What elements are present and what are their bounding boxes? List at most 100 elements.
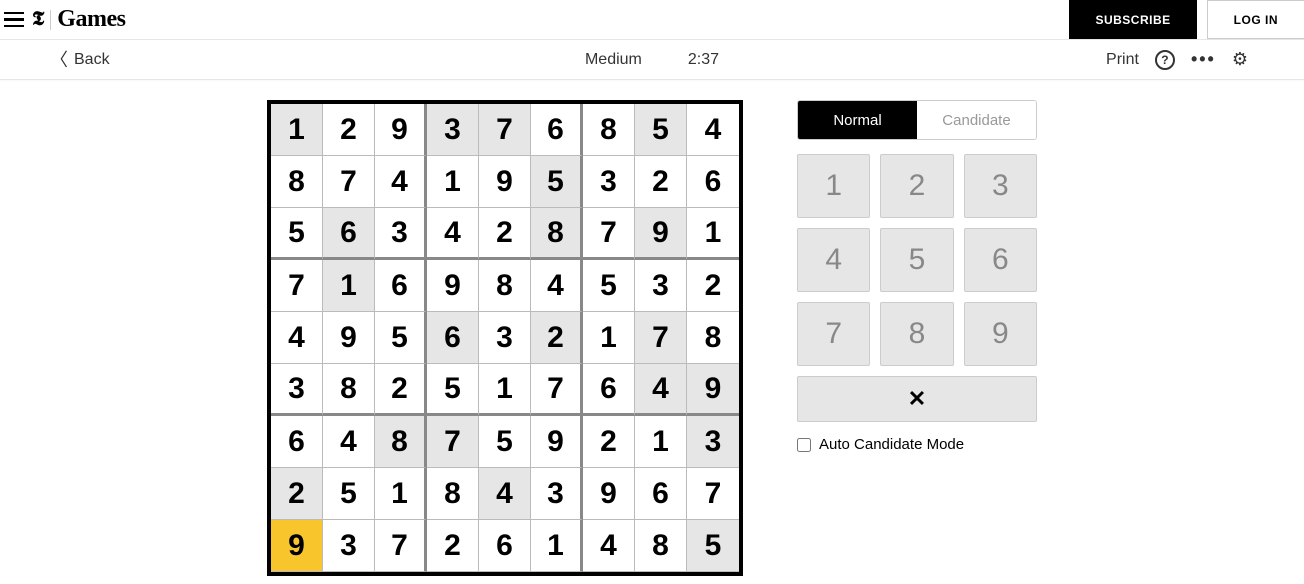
key-4[interactable]: 4 [797,228,870,292]
cell-r5-c6[interactable]: 6 [583,364,635,416]
cell-r2-c6[interactable]: 7 [583,208,635,260]
cell-r8-c7[interactable]: 8 [635,520,687,572]
cell-r0-c3[interactable]: 3 [427,104,479,156]
cell-r5-c8[interactable]: 9 [687,364,739,416]
cell-r2-c4[interactable]: 2 [479,208,531,260]
cell-r1-c0[interactable]: 8 [271,156,323,208]
key-9[interactable]: 9 [964,302,1037,366]
cell-r2-c8[interactable]: 1 [687,208,739,260]
cell-r1-c5[interactable]: 5 [531,156,583,208]
cell-r0-c1[interactable]: 2 [323,104,375,156]
cell-r8-c2[interactable]: 7 [375,520,427,572]
key-7[interactable]: 7 [797,302,870,366]
cell-r0-c4[interactable]: 7 [479,104,531,156]
cell-r7-c5[interactable]: 3 [531,468,583,520]
cell-r2-c0[interactable]: 5 [271,208,323,260]
cell-r3-c3[interactable]: 9 [427,260,479,312]
cell-r5-c0[interactable]: 3 [271,364,323,416]
cell-r4-c2[interactable]: 5 [375,312,427,364]
cell-r7-c0[interactable]: 2 [271,468,323,520]
cell-r1-c6[interactable]: 3 [583,156,635,208]
cell-r2-c3[interactable]: 4 [427,208,479,260]
cell-r1-c8[interactable]: 6 [687,156,739,208]
cell-r4-c0[interactable]: 4 [271,312,323,364]
cell-r5-c7[interactable]: 4 [635,364,687,416]
key-2[interactable]: 2 [880,154,953,218]
key-5[interactable]: 5 [880,228,953,292]
erase-button[interactable]: ✕ [797,376,1037,422]
cell-r6-c5[interactable]: 9 [531,416,583,468]
cell-r6-c4[interactable]: 5 [479,416,531,468]
cell-r8-c0[interactable]: 9 [271,520,323,572]
cell-r4-c3[interactable]: 6 [427,312,479,364]
cell-r3-c5[interactable]: 4 [531,260,583,312]
cell-r6-c3[interactable]: 7 [427,416,479,468]
cell-r2-c5[interactable]: 8 [531,208,583,260]
mode-candidate-button[interactable]: Candidate [917,101,1036,139]
cell-r2-c1[interactable]: 6 [323,208,375,260]
cell-r8-c5[interactable]: 1 [531,520,583,572]
cell-r7-c4[interactable]: 4 [479,468,531,520]
login-button[interactable]: LOG IN [1207,0,1304,39]
cell-r4-c7[interactable]: 7 [635,312,687,364]
more-icon[interactable]: ••• [1191,49,1216,70]
cell-r4-c5[interactable]: 2 [531,312,583,364]
cell-r2-c2[interactable]: 3 [375,208,427,260]
cell-r0-c7[interactable]: 5 [635,104,687,156]
cell-r0-c6[interactable]: 8 [583,104,635,156]
cell-r3-c6[interactable]: 5 [583,260,635,312]
cell-r6-c1[interactable]: 4 [323,416,375,468]
cell-r3-c0[interactable]: 7 [271,260,323,312]
brand-logo[interactable]: 𝕿 Games [28,6,125,33]
mode-normal-button[interactable]: Normal [798,101,917,139]
cell-r3-c2[interactable]: 6 [375,260,427,312]
cell-r0-c5[interactable]: 6 [531,104,583,156]
key-3[interactable]: 3 [964,154,1037,218]
cell-r7-c6[interactable]: 9 [583,468,635,520]
cell-r6-c2[interactable]: 8 [375,416,427,468]
back-button[interactable]: 〈 Back [50,51,110,69]
settings-icon[interactable]: ⚙ [1232,49,1248,70]
cell-r2-c7[interactable]: 9 [635,208,687,260]
cell-r5-c3[interactable]: 5 [427,364,479,416]
cell-r8-c4[interactable]: 6 [479,520,531,572]
cell-r7-c2[interactable]: 1 [375,468,427,520]
cell-r8-c3[interactable]: 2 [427,520,479,572]
cell-r5-c2[interactable]: 2 [375,364,427,416]
key-6[interactable]: 6 [964,228,1037,292]
cell-r6-c8[interactable]: 3 [687,416,739,468]
cell-r3-c7[interactable]: 3 [635,260,687,312]
cell-r1-c4[interactable]: 9 [479,156,531,208]
cell-r3-c4[interactable]: 8 [479,260,531,312]
cell-r8-c1[interactable]: 3 [323,520,375,572]
cell-r8-c8[interactable]: 5 [687,520,739,572]
cell-r7-c7[interactable]: 6 [635,468,687,520]
auto-candidate-toggle[interactable]: Auto Candidate Mode [797,436,1037,453]
cell-r3-c8[interactable]: 2 [687,260,739,312]
cell-r3-c1[interactable]: 1 [323,260,375,312]
cell-r5-c4[interactable]: 1 [479,364,531,416]
cell-r0-c0[interactable]: 1 [271,104,323,156]
cell-r1-c2[interactable]: 4 [375,156,427,208]
help-icon[interactable]: ? [1155,50,1175,70]
key-8[interactable]: 8 [880,302,953,366]
cell-r6-c6[interactable]: 2 [583,416,635,468]
cell-r4-c4[interactable]: 3 [479,312,531,364]
cell-r8-c6[interactable]: 4 [583,520,635,572]
key-1[interactable]: 1 [797,154,870,218]
cell-r5-c5[interactable]: 7 [531,364,583,416]
subscribe-button[interactable]: SUBSCRIBE [1069,0,1196,39]
cell-r4-c6[interactable]: 1 [583,312,635,364]
cell-r5-c1[interactable]: 8 [323,364,375,416]
auto-candidate-checkbox[interactable] [797,438,811,452]
cell-r7-c3[interactable]: 8 [427,468,479,520]
cell-r4-c1[interactable]: 9 [323,312,375,364]
menu-icon[interactable] [0,0,28,39]
cell-r7-c1[interactable]: 5 [323,468,375,520]
cell-r1-c1[interactable]: 7 [323,156,375,208]
cell-r1-c7[interactable]: 2 [635,156,687,208]
cell-r0-c8[interactable]: 4 [687,104,739,156]
cell-r6-c7[interactable]: 1 [635,416,687,468]
cell-r7-c8[interactable]: 7 [687,468,739,520]
cell-r6-c0[interactable]: 6 [271,416,323,468]
